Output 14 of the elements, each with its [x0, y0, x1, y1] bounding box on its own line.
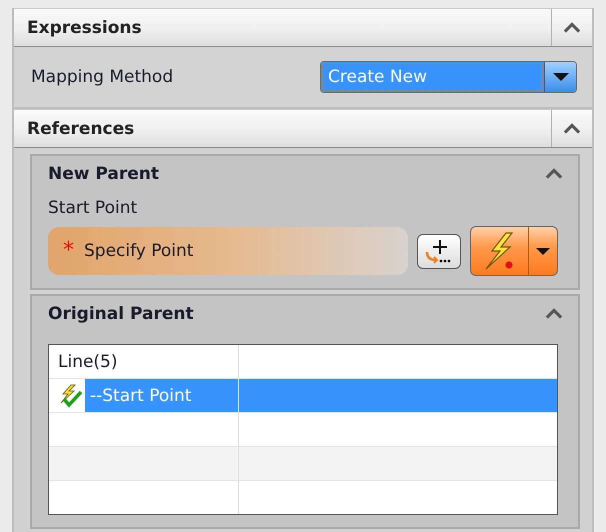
- tree-item-label: --Start Point: [85, 379, 238, 412]
- field-label: Mapping Method: [31, 67, 174, 87]
- point-selector[interactable]: * Specify Point: [48, 227, 408, 275]
- field-label: Start Point: [48, 198, 138, 218]
- required-asterisk: *: [63, 240, 74, 262]
- inferred-point-split-button[interactable]: [470, 226, 558, 276]
- section-title: References: [26, 118, 136, 140]
- section-title: Expressions: [26, 16, 143, 40]
- point-dialog-button[interactable]: [417, 234, 461, 268]
- dropdown-arrow-icon: [535, 246, 551, 256]
- dropdown-arrow-icon: [552, 72, 570, 82]
- group-title: Original Parent: [48, 304, 195, 324]
- tree-item-label: Line(5): [58, 352, 118, 372]
- group-title: New Parent: [48, 164, 160, 184]
